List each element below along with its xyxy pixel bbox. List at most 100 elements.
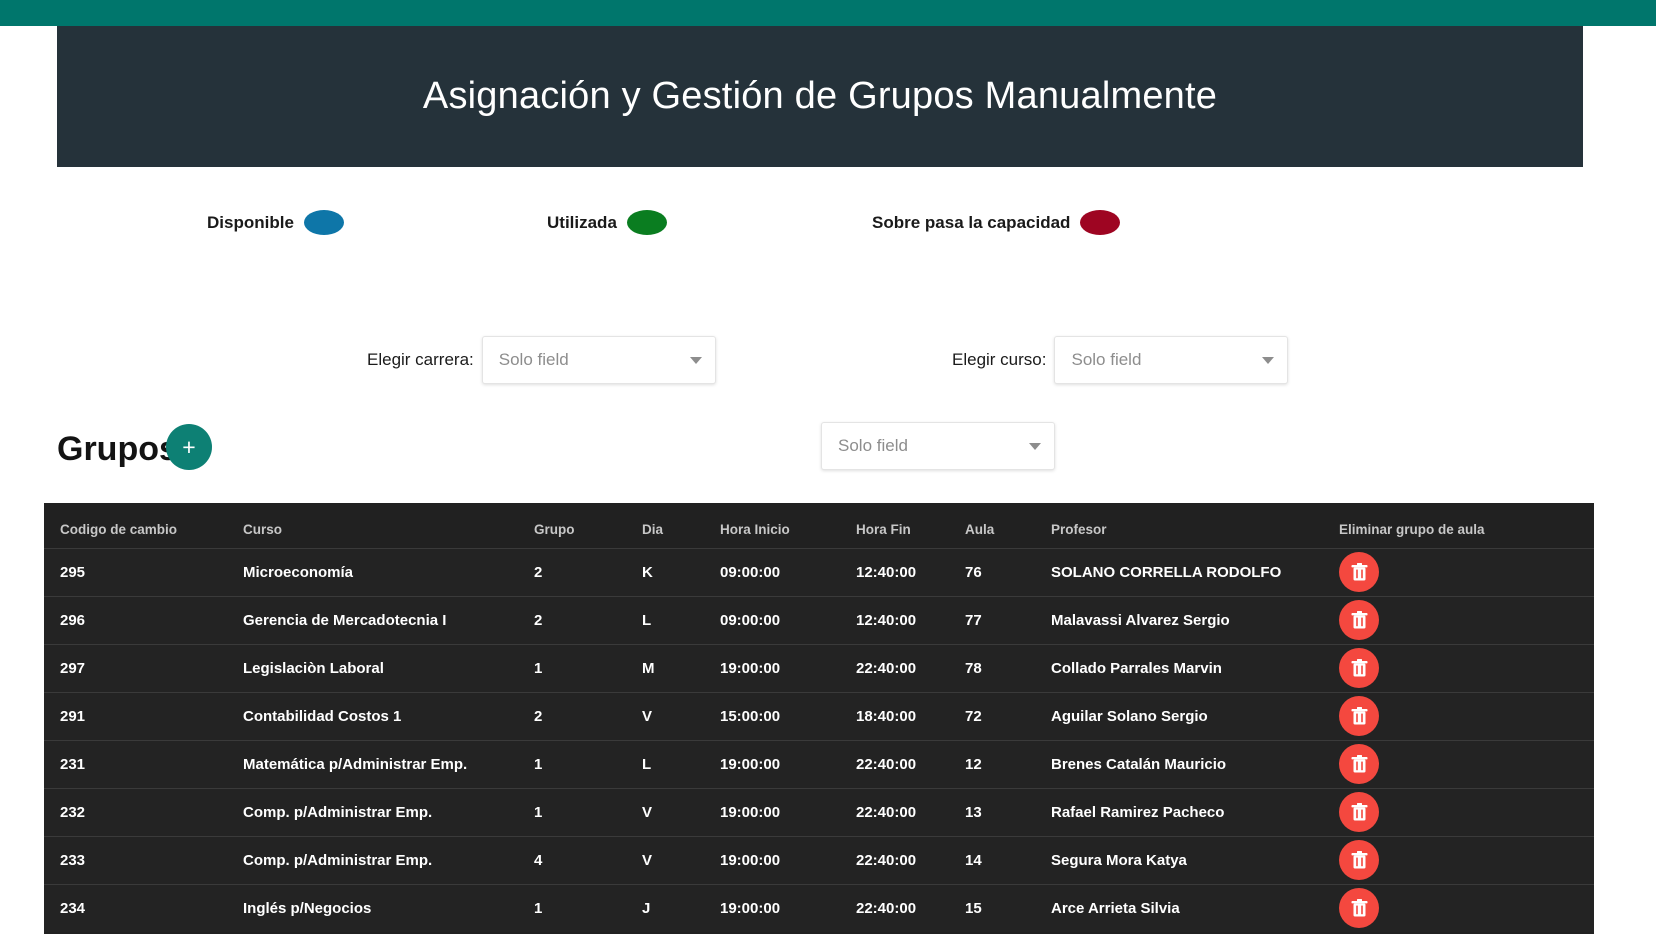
cell-grupo: 1 [524,787,632,836]
cell-curso: Legislaciòn Laboral [229,643,524,692]
cell-eliminar [1321,691,1594,740]
delete-group-button[interactable] [1339,888,1379,929]
legend-item-sobrepasa: Sobre pasa la capacidad [872,210,1121,235]
trash-icon [1351,706,1368,726]
cell-dia: V [632,787,712,836]
cell-hora-inicio: 15:00:00 [712,691,847,740]
cell-eliminar [1321,739,1594,788]
delete-group-button[interactable] [1339,648,1379,688]
legend-label-utilizada: Utilizada [547,212,617,232]
curso-select[interactable]: Solo field [1054,336,1289,384]
delete-group-button[interactable] [1339,600,1379,640]
cell-codigo: 296 [44,595,229,644]
cell-hora-fin: 22:40:00 [847,883,955,932]
cell-profesor: Arce Arrieta Silvia [1041,883,1321,932]
cell-profesor: Malavassi Alvarez Sergio [1041,595,1321,644]
col-hora-fin: Hora Fin [847,503,955,548]
col-hora-inicio: Hora Inicio [712,503,847,548]
page-title: Asignación y Gestión de Grupos Manualmen… [422,74,1218,117]
delete-group-button[interactable] [1339,696,1379,736]
cell-profesor: Aguilar Solano Sergio [1041,691,1321,740]
legend-item-disponible: Disponible [207,210,344,235]
delete-group-button[interactable] [1339,792,1379,832]
cell-aula: 77 [955,595,1041,644]
table-header-row: Codigo de cambio Curso Grupo Dia Hora In… [44,503,1594,548]
cell-eliminar [1321,643,1594,692]
legend-label-disponible: Disponible [207,212,294,232]
cell-grupo: 4 [524,835,632,884]
col-grupo: Grupo [524,503,632,548]
filter-carrera: Elegir carrera: Solo field [367,336,716,384]
filter-label-carrera: Elegir carrera: [367,350,474,369]
cell-grupo: 1 [524,643,632,692]
cell-dia: M [632,643,712,692]
trash-icon [1351,898,1368,918]
legend-item-utilizada: Utilizada [547,210,667,235]
legend-dot-disponible [303,210,344,235]
delete-group-button[interactable] [1339,552,1379,592]
table-row: 233 Comp. p/Administrar Emp. 4 V 19:00:00 22:… [44,835,1594,884]
cell-hora-inicio: 19:00:00 [712,739,847,788]
col-aula: Aula [955,503,1041,548]
cell-grupo: 1 [524,883,632,932]
cell-hora-fin: 18:40:00 [847,691,955,740]
trash-icon [1351,754,1368,774]
group-select-value: Solo field [838,436,908,455]
cell-aula: 12 [955,739,1041,788]
table-row: 234 Inglés p/Negocios 1 J 19:00:00 22:40:00 15… [44,883,1594,932]
trash-icon [1351,658,1368,678]
table-row: 296 Gerencia de Mercadotecnia I 2 L 09:00:00… [44,595,1594,644]
cell-grupo: 2 [524,595,632,644]
table-row: 291 Contabilidad Costos 1 2 V 15:00:00 18:40:… [44,691,1594,740]
cell-hora-inicio: 09:00:00 [712,547,847,596]
table-row: 232 Comp. p/Administrar Emp. 1 V 19:00:00 22:… [44,787,1594,836]
filter-curso: Elegir curso: Solo field [952,336,1289,384]
chevron-down-icon [1262,357,1275,364]
cell-aula: 13 [955,787,1041,836]
trash-icon [1351,802,1368,822]
cell-curso: Gerencia de Mercadotecnia I [229,595,524,644]
cell-codigo: 297 [44,643,229,692]
carrera-select-value: Solo field [498,350,569,369]
cell-hora-fin: 22:40:00 [847,643,955,692]
trash-icon [1351,562,1368,582]
cell-curso: Inglés p/Negocios [229,883,524,932]
cell-codigo: 233 [44,835,229,884]
filters-row: Elegir carrera: Solo field Elegir curso:… [0,336,1656,386]
cell-profesor: Brenes Catalán Mauricio [1041,739,1321,788]
cell-eliminar [1321,787,1594,836]
cell-hora-inicio: 19:00:00 [712,787,847,836]
group-select[interactable]: Solo field [821,422,1055,470]
cell-hora-inicio: 19:00:00 [712,643,847,692]
col-profesor: Profesor [1041,503,1321,548]
cell-dia: L [632,739,712,788]
top-accent-bar [0,0,1656,26]
add-group-button[interactable]: + [166,424,212,470]
cell-curso: Microeconomía [229,547,524,596]
cell-hora-fin: 12:40:00 [847,547,955,596]
cell-aula: 72 [955,691,1041,740]
filter-label-curso: Elegir curso: [952,350,1047,369]
cell-aula: 14 [955,835,1041,884]
cell-dia: V [632,835,712,884]
groups-section-header: Grupos + Solo field [0,422,1656,480]
groups-table-container: Codigo de cambio Curso Grupo Dia Hora In… [44,503,1594,934]
cell-hora-inicio: 09:00:00 [712,595,847,644]
cell-dia: V [632,691,712,740]
cell-hora-fin: 22:40:00 [847,835,955,884]
cell-codigo: 234 [44,883,229,932]
delete-group-button[interactable] [1339,840,1379,880]
delete-group-button[interactable] [1339,744,1379,784]
legend-label-sobrepasa: Sobre pasa la capacidad [872,212,1071,232]
cell-eliminar [1321,835,1594,884]
col-dia: Dia [632,503,712,548]
cell-curso: Matemática p/Administrar Emp. [229,739,524,788]
cell-hora-fin: 12:40:00 [847,595,955,644]
curso-select-value: Solo field [1071,350,1142,369]
col-codigo-de-cambio: Codigo de cambio [44,503,229,548]
carrera-select[interactable]: Solo field [481,336,716,384]
capacity-legend: Disponible Utilizada Sobre pasa la capac… [0,210,1656,250]
chevron-down-icon [689,357,702,364]
cell-curso: Comp. p/Administrar Emp. [229,835,524,884]
cell-profesor: Collado Parrales Marvin [1041,643,1321,692]
